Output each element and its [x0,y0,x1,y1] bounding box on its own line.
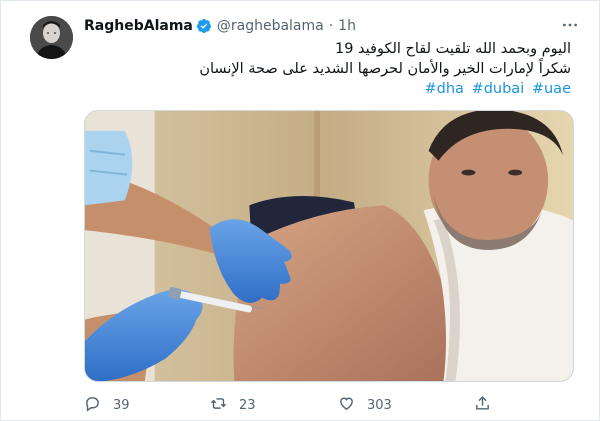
tweet-text: اليوم وبحمد الله تلقيت لقاح الكوفيد 19 ش… [84,39,571,99]
separator-dot: · [328,18,334,34]
tweet-text-line-1: اليوم وبحمد الله تلقيت لقاح الكوفيد 19 [335,41,571,57]
reply-button[interactable]: 39 [84,395,130,416]
tweet-text-line-2: شكراً لإمارات الخير والأمان لحرصها الشدي… [199,61,571,77]
verified-badge-icon [196,18,212,34]
heart-icon [338,395,355,416]
hashtag-uae[interactable]: #uae [532,81,571,97]
hashtag-dubai[interactable]: #dubai [472,81,525,97]
more-options-icon[interactable] [559,15,581,35]
retweet-button[interactable]: 23 [210,395,256,416]
retweet-icon [210,395,227,416]
tweet-timestamp[interactable]: 1h [338,18,356,34]
share-icon [474,395,491,416]
author-name[interactable]: RaghebAlama [84,18,193,34]
reply-count: 39 [113,397,130,413]
tweet-photo[interactable] [84,110,574,382]
author-handle[interactable]: @raghebalama [217,18,324,34]
share-button[interactable] [474,395,491,416]
tweet-card[interactable]: RaghebAlama @raghebalama · 1h اليوم وبحم… [0,0,600,421]
avatar[interactable] [30,16,73,59]
tweet-header: RaghebAlama @raghebalama · 1h [84,16,356,36]
hashtag-list: #dha #dubai #uae [84,79,571,99]
tweet-actions: 39 23 303 [84,393,574,417]
retweet-count: 23 [239,397,256,413]
like-count: 303 [367,397,392,413]
hashtag-dha[interactable]: #dha [425,81,464,97]
reply-icon [84,395,101,416]
like-button[interactable]: 303 [338,395,392,416]
